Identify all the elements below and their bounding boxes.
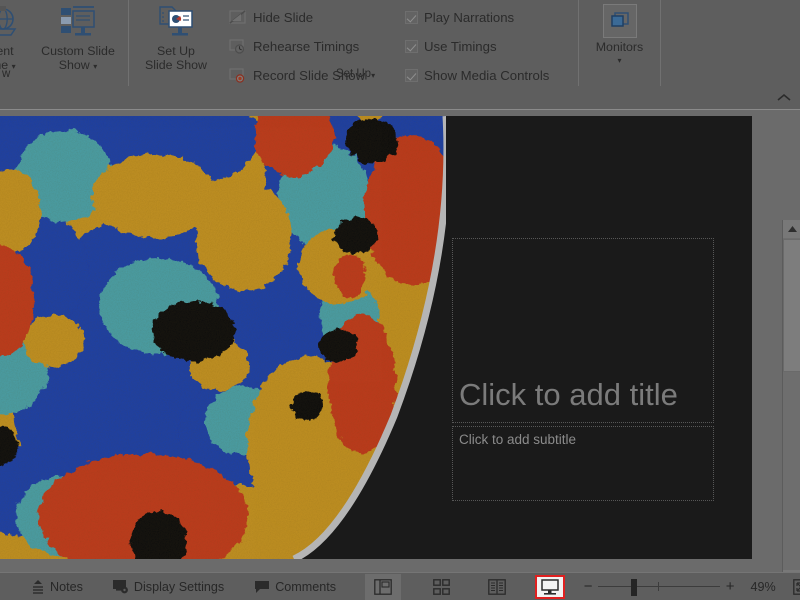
monitors-button[interactable]: Monitors ▾	[579, 0, 660, 86]
rehearse-timings-label: Rehearse Timings	[253, 39, 359, 54]
subtitle-placeholder-text: Click to add subtitle	[459, 432, 576, 447]
subtitle-placeholder[interactable]: Click to add subtitle	[452, 426, 714, 501]
ribbon-group-start-slide-show: ent ne ▾	[0, 0, 128, 86]
chevron-down-icon[interactable]: ▾	[617, 57, 621, 65]
hide-slide-icon	[227, 9, 247, 27]
monitors-icon	[603, 4, 637, 38]
notes-button[interactable]: Notes	[22, 573, 92, 600]
zoom-out-button[interactable]: −	[578, 574, 598, 600]
ribbon-group-label-set-up: Set Up	[129, 62, 578, 86]
display-settings-label: Display Settings	[134, 580, 224, 594]
checkbox-checked-icon	[405, 40, 418, 53]
checkbox-checked-icon	[405, 11, 418, 24]
rehearse-timings-icon	[227, 38, 247, 56]
slide-sorter-view-button[interactable]	[423, 574, 459, 600]
comments-label: Comments	[275, 580, 336, 594]
scroll-up-button[interactable]	[783, 220, 800, 238]
hide-slide-label: Hide Slide	[253, 10, 313, 25]
vertical-scrollbar[interactable]	[782, 220, 800, 600]
zoom-slider-thumb[interactable]	[631, 579, 637, 596]
zoom-slider[interactable]	[598, 574, 720, 600]
collapse-ribbon-icon[interactable]	[774, 87, 794, 107]
ribbon-group-set-up: Set Up Slide Show Hide Slide	[128, 0, 578, 86]
ribbon-group-label-start: w	[0, 62, 128, 86]
zoom-controls: − + 49%	[578, 574, 800, 600]
powerpoint-window: ent ne ▾	[0, 0, 800, 600]
notes-label: Notes	[50, 580, 83, 594]
display-settings-icon	[113, 579, 129, 594]
title-placeholder[interactable]: Click to add title	[452, 238, 714, 423]
comments-button[interactable]: Comments	[245, 573, 345, 600]
fit-slide-to-window-button[interactable]	[786, 574, 800, 600]
zoom-slider-center-tick	[658, 582, 659, 591]
view-buttons	[365, 573, 568, 600]
zoom-percent-label[interactable]: 49%	[740, 580, 786, 594]
ribbon: ent ne ▾	[0, 0, 800, 110]
notes-icon	[31, 579, 45, 594]
rehearse-timings-button[interactable]: Rehearse Timings	[223, 32, 401, 61]
set-up-slide-show-icon	[156, 4, 196, 42]
play-narrations-checkbox[interactable]: Play Narrations	[401, 3, 577, 32]
slide-show-view-button[interactable]	[535, 575, 565, 599]
reading-view-button[interactable]	[479, 574, 515, 600]
scrollbar-thumb[interactable]	[783, 239, 800, 372]
slide-background-artwork	[0, 116, 446, 559]
monitors-label: Monitors	[579, 40, 660, 54]
present-online-icon	[0, 4, 25, 42]
use-timings-checkbox[interactable]: Use Timings	[401, 32, 577, 61]
zoom-in-button[interactable]: +	[720, 574, 740, 600]
title-placeholder-text: Click to add title	[459, 371, 678, 418]
status-bar: Notes Display Settings Comments	[0, 572, 800, 600]
use-timings-label: Use Timings	[424, 39, 497, 54]
display-settings-button[interactable]: Display Settings	[104, 573, 233, 600]
slide-canvas-area: Click to add title Click to add subtitle	[0, 110, 800, 572]
mosaic-pattern	[0, 116, 446, 559]
comments-icon	[254, 580, 270, 594]
custom-slide-show-icon	[58, 4, 98, 42]
play-narrations-label: Play Narrations	[424, 10, 514, 25]
ribbon-group-trailing	[660, 0, 800, 86]
slide-editing-surface[interactable]: Click to add title Click to add subtitle	[0, 116, 752, 559]
zoom-slider-track	[598, 586, 720, 587]
ribbon-group-monitors: Monitors ▾	[578, 0, 660, 86]
normal-view-button[interactable]	[365, 574, 401, 600]
hide-slide-button[interactable]: Hide Slide	[223, 3, 401, 32]
